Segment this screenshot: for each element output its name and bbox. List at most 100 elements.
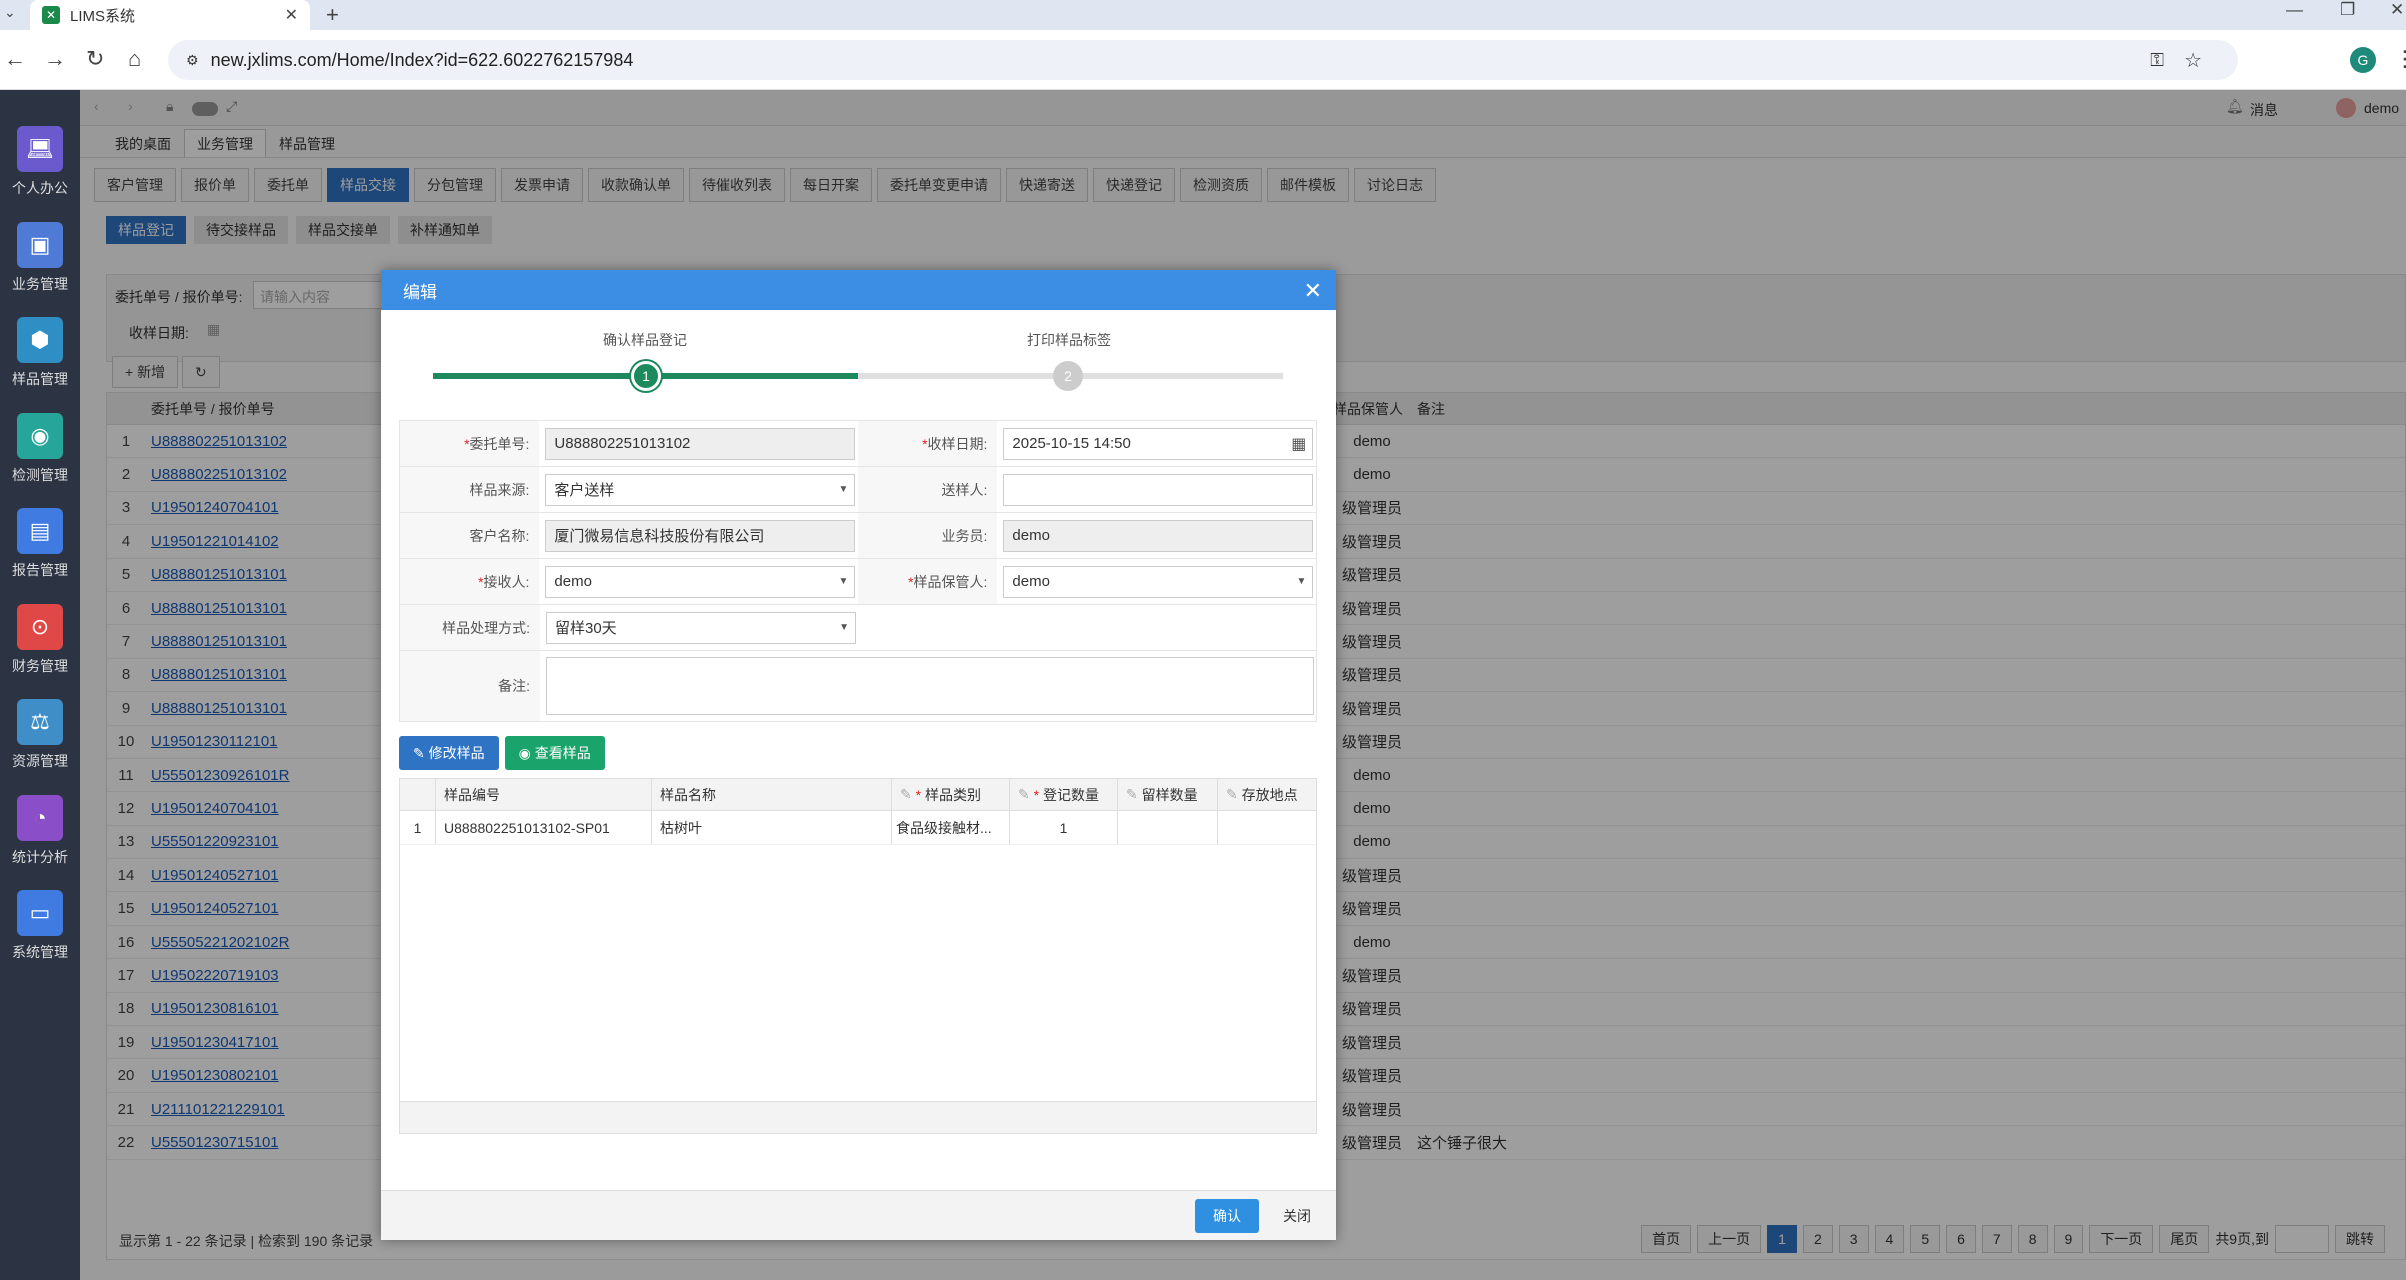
sidebar-item[interactable]: ▭ 系统管理 [0, 890, 80, 962]
site-settings-icon[interactable]: ⚙ [186, 52, 199, 69]
salesman-label: 业务员: [941, 527, 988, 544]
sample-row[interactable]: 1 U888802251013102-SP01 枯树叶 食品级接触材... 1 [400, 811, 1316, 845]
dropdown-caret-icon: ▼ [1296, 576, 1307, 587]
forward-icon[interactable]: → [44, 46, 66, 72]
map-pin-icon: ◉ [17, 412, 63, 459]
remark-textarea[interactable] [546, 657, 1314, 715]
favicon-icon: ✕ [42, 6, 60, 24]
edit-sample-button[interactable]: ✎ 修改样品 [399, 736, 499, 770]
recv-date-value: 2025-10-15 14:50 [1012, 435, 1131, 452]
confirm-button[interactable]: 确认 [1195, 1199, 1259, 1233]
money-icon: ⊙ [17, 603, 63, 650]
profile-avatar[interactable]: G [2350, 47, 2376, 73]
customer-label: 客户名称: [469, 527, 530, 544]
sidebar-item-label: 检测管理 [12, 466, 68, 483]
menu-kebab-icon[interactable]: ⋮ [2394, 46, 2406, 72]
handling-label: 样品处理方式: [442, 619, 530, 636]
dialog-title: 编辑 [403, 282, 437, 302]
dialog-header: 编辑 ✕ [381, 270, 1336, 310]
source-select[interactable]: 客户送样 ▼ [545, 473, 856, 506]
dropdown-caret-icon: ▼ [839, 622, 849, 633]
sidebar-item[interactable]: ⚖ 资源管理 [0, 699, 80, 771]
pencil-icon: ✎ [1018, 786, 1030, 802]
sample-header-code: 样品编号 [444, 786, 500, 803]
dropdown-caret-icon: ▼ [838, 576, 849, 587]
reload-icon[interactable]: ↻ [86, 46, 104, 72]
sample-grid-header: 样品编号 样品名称 ✎ * 样品类别 ✎ * 登记数量 ✎ 留样数量 ✎ 存放地… [400, 779, 1316, 811]
url-field[interactable]: ⚙ new.jxlims.com/Home/Index?id=622.60227… [168, 40, 2238, 80]
sample-type[interactable]: 食品级接触材... [896, 818, 992, 838]
order-no-label: 委托单号: [469, 435, 530, 452]
restore-icon[interactable]: ❐ [2340, 0, 2355, 20]
close-window-icon[interactable]: ✕ [2390, 0, 2404, 20]
sample-header-name: 样品名称 [660, 786, 716, 803]
monitor-icon: ▭ [17, 890, 63, 936]
sidebar-item[interactable]: 💻︎ 个人办公 [0, 126, 80, 198]
view-sample-label: 查看样品 [534, 745, 591, 761]
step-progress: 确认样品登记 打印样品标签 1 2 [381, 310, 1336, 426]
order-no-field[interactable]: U888802251013102 [545, 427, 856, 460]
dialog-footer: 确认 关闭 [381, 1190, 1336, 1240]
sidebar-item[interactable]: ⊙ 财务管理 [0, 603, 80, 676]
sidebar-item[interactable]: ▣ 业务管理 [0, 221, 80, 294]
address-bar: ← → ↻ ⌂ ⚙ new.jxlims.com/Home/Index?id=6… [0, 30, 2406, 90]
pencil-icon: ✎ [1126, 786, 1138, 802]
dropdown-caret-icon: ▼ [838, 484, 849, 495]
url-text: new.jxlims.com/Home/Index?id=622.6022762… [210, 49, 634, 70]
sample-header-location: 存放地点 [1241, 786, 1298, 803]
sidebar-item-label: 业务管理 [12, 275, 68, 292]
dialog-close-icon[interactable]: ✕ [1304, 278, 1322, 304]
sender-field[interactable] [1003, 473, 1314, 506]
source-value: 客户送样 [554, 482, 615, 499]
new-tab-icon[interactable]: + [326, 2, 339, 28]
sidebar-item-label: 样品管理 [12, 371, 68, 387]
minimize-icon[interactable]: — [2286, 0, 2303, 20]
close-tab-icon[interactable]: ✕ [285, 5, 298, 25]
laptop-icon: 💻︎ [17, 126, 63, 172]
handling-select[interactable]: 留样30天 ▼ [546, 611, 856, 644]
sidebar-item-label: 报告管理 [12, 562, 68, 578]
edit-sample-label: 修改样品 [428, 745, 485, 761]
tab-list-chevron-icon[interactable]: ⌄ [4, 4, 16, 21]
sample-grid-footer [400, 1101, 1316, 1133]
step-2-label: 打印样品标签 [1027, 332, 1111, 348]
calendar-icon[interactable]: ▦ [1291, 434, 1306, 454]
document-icon: ▤ [17, 508, 63, 554]
sidebar-item[interactable]: ⬢ 样品管理 [0, 317, 80, 389]
keeper-select[interactable]: demo ▼ [1003, 565, 1314, 598]
step-1-label: 确认样品登记 [603, 332, 687, 348]
recv-date-field[interactable]: 2025-10-15 14:50 ▦ [1003, 427, 1314, 460]
sidebar-item[interactable]: ◔ 统计分析 [0, 794, 80, 867]
form-row: 备注: [400, 651, 1316, 721]
close-button[interactable]: 关闭 [1265, 1199, 1329, 1233]
app-sidebar: 💻︎ 个人办公 ▣ 业务管理 ⬢ 样品管理 ◉ 检测管理 ▤ 报告管理 ⊙ 财务管理 ⚖ 资源管理 ◔ 统计分… [0, 90, 80, 1280]
view-sample-button[interactable]: ◉ 查看样品 [504, 736, 605, 770]
receiver-select[interactable]: demo ▼ [545, 565, 856, 598]
step-1-dot: 1 [631, 361, 661, 391]
bookmark-star-icon[interactable]: ☆ [2184, 48, 2202, 73]
sender-label: 送样人: [941, 481, 988, 498]
form-row: * 接收人: demo ▼ * 样品保管人: demo ▼ [400, 559, 1316, 605]
browser-tab-title: LIMS系统 [70, 7, 136, 25]
salesman-field[interactable]: demo [1003, 519, 1314, 552]
briefcase-icon: ▣ [17, 221, 63, 268]
browser-tab[interactable]: ✕ LIMS系统 ✕ [30, 0, 310, 30]
sample-header-reg-qty: 登记数量 [1042, 786, 1099, 803]
pencil-icon: ✎ [900, 786, 912, 802]
customer-field[interactable]: 厦门微易信息科技股份有限公司 [545, 519, 856, 552]
sidebar-item-label: 资源管理 [12, 753, 68, 769]
key-icon[interactable]: ⚿ [2150, 50, 2164, 71]
edit-icon: ✎ [413, 744, 425, 761]
eye-icon: ◉ [518, 744, 531, 761]
keeper-value: demo [1012, 573, 1050, 590]
sample-reg-qty[interactable]: 1 [1060, 820, 1068, 836]
form-row: 样品处理方式: 留样30天 ▼ [400, 605, 1316, 651]
cubes-icon: ⬢ [17, 317, 63, 363]
pie-chart-icon: ◔ [17, 794, 63, 841]
sample-code: U888802251013102-SP01 [444, 819, 610, 836]
sidebar-item[interactable]: ▤ 报告管理 [0, 508, 80, 580]
sidebar-item-label: 财务管理 [12, 657, 68, 674]
sidebar-item[interactable]: ◉ 检测管理 [0, 412, 80, 485]
home-icon[interactable]: ⌂ [128, 46, 141, 72]
back-icon[interactable]: ← [4, 46, 26, 72]
